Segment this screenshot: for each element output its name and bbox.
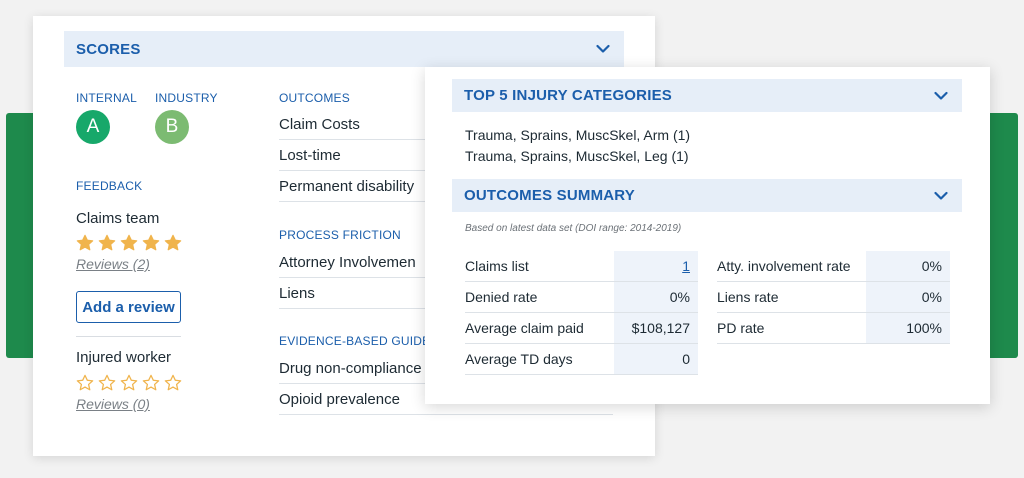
star-filled-icon	[98, 234, 116, 251]
stat-row-claims-list: Claims list 1	[465, 251, 698, 282]
stat-label: Average claim paid	[465, 320, 584, 336]
stat-value: 0	[614, 344, 698, 374]
star-filled-icon	[76, 234, 94, 251]
star-outline-icon	[120, 374, 138, 391]
process-friction-label: PROCESS FRICTION	[279, 228, 401, 242]
stat-value: 0%	[866, 251, 950, 281]
internal-label: INTERNAL	[76, 91, 137, 105]
stat-value: 0%	[866, 282, 950, 312]
outcomes-label: OUTCOMES	[279, 91, 350, 105]
stat-label: Claims list	[465, 258, 529, 274]
claims-team-rating	[76, 234, 182, 252]
stat-label: Atty. involvement rate	[717, 258, 851, 274]
stat-label: Denied rate	[465, 289, 538, 305]
divider	[76, 336, 181, 337]
injured-worker-rating	[76, 374, 182, 392]
chevron-down-icon[interactable]	[934, 91, 948, 101]
industry-grade-badge: B	[155, 110, 189, 144]
stat-row-pd-rate: PD rate 100%	[717, 313, 950, 344]
claims-team-reviews-link[interactable]: Reviews (2)	[76, 256, 150, 272]
stat-value: 0%	[614, 282, 698, 312]
star-outline-icon	[142, 374, 160, 391]
industry-label: INDUSTRY	[155, 91, 218, 105]
stat-row-denied-rate: Denied rate 0%	[465, 282, 698, 313]
injured-worker-label: Injured worker	[76, 349, 172, 366]
stat-label: Liens rate	[717, 289, 779, 305]
injury-item: Trauma, Sprains, MuscSkel, Arm (1)	[465, 127, 691, 143]
stat-row-liens-rate: Liens rate 0%	[717, 282, 950, 313]
star-filled-icon	[142, 234, 160, 251]
internal-grade-badge: A	[76, 110, 110, 144]
data-set-note: Based on latest data set (DOI range: 201…	[465, 223, 682, 234]
stat-row-atty-involvement: Atty. involvement rate 0%	[717, 251, 950, 282]
feedback-label: FEEDBACK	[76, 179, 143, 193]
star-filled-icon	[120, 234, 138, 251]
injured-worker-reviews-link[interactable]: Reviews (0)	[76, 396, 150, 412]
evidence-label: EVIDENCE-BASED GUIDELI	[279, 334, 441, 348]
add-review-button[interactable]: Add a review	[76, 291, 181, 323]
stat-value: $108,127	[614, 313, 698, 343]
stat-row-average-claim-paid: Average claim paid $108,127	[465, 313, 698, 344]
claims-list-link[interactable]: 1	[614, 251, 698, 281]
chevron-down-icon[interactable]	[596, 44, 610, 54]
star-outline-icon	[98, 374, 116, 391]
summary-header[interactable]: OUTCOMES SUMMARY	[452, 179, 962, 212]
scores-header[interactable]: SCORES	[64, 31, 624, 67]
star-outline-icon	[164, 374, 182, 391]
summary-title: OUTCOMES SUMMARY	[464, 187, 635, 204]
star-outline-icon	[76, 374, 94, 391]
stat-value: 100%	[866, 313, 950, 343]
injury-item: Trauma, Sprains, MuscSkel, Leg (1)	[465, 148, 689, 164]
summary-panel: TOP 5 INJURY CATEGORIES Trauma, Sprains,…	[425, 67, 990, 404]
stat-label: PD rate	[717, 320, 765, 336]
claims-team-label: Claims team	[76, 210, 160, 227]
injury-header[interactable]: TOP 5 INJURY CATEGORIES	[452, 79, 962, 112]
star-filled-icon	[164, 234, 182, 251]
scores-title: SCORES	[76, 40, 141, 58]
injury-title: TOP 5 INJURY CATEGORIES	[464, 87, 672, 104]
chevron-down-icon[interactable]	[934, 191, 948, 201]
stat-row-average-td-days: Average TD days 0	[465, 344, 698, 375]
stat-label: Average TD days	[465, 351, 573, 367]
